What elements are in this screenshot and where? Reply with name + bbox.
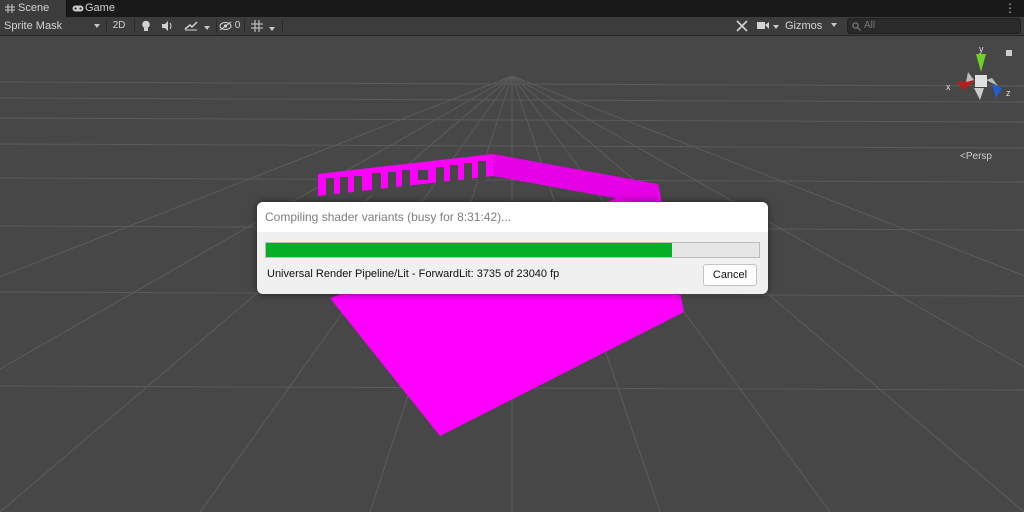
center-cube[interactable] (975, 75, 987, 87)
progress-status-text: Universal Render Pipeline/Lit - ForwardL… (267, 268, 560, 280)
search-icon (852, 22, 861, 31)
lock-icon[interactable] (1006, 50, 1012, 56)
editor-tab-bar: Scene Game ⋮ (0, 0, 1024, 18)
tab-game[interactable]: Game (67, 0, 145, 17)
chevron-down-icon (831, 23, 837, 28)
dialog-title: Compiling shader variants (busy for 8:31… (265, 210, 512, 224)
progress-bar-fill (266, 243, 673, 257)
gizmos-dropdown[interactable] (827, 18, 841, 34)
grid-icon (5, 4, 15, 13)
more-options-icon[interactable]: ⋮ (1004, 1, 1016, 15)
progress-dialog: Compiling shader variants (busy for 8:31… (257, 202, 768, 294)
z-axis-cone[interactable] (992, 84, 1002, 98)
eye-off-icon (219, 21, 232, 31)
effects-icon (184, 21, 198, 31)
axis-y-label: y (979, 44, 984, 54)
dialog-title-bar: Compiling shader variants (busy for 8:31… (257, 202, 768, 232)
projection-toggle[interactable]: <Persp (960, 151, 992, 162)
2d-toggle-label: 2D (112, 20, 126, 31)
grid-snap-icon (250, 20, 263, 32)
divider (134, 19, 135, 33)
chevron-down-icon (269, 27, 276, 32)
chevron-down-icon (204, 26, 211, 31)
scene-visibility-toggle[interactable]: 0 (219, 18, 241, 34)
draw-mode-value: Sprite Mask (4, 20, 63, 32)
x-axis-cone[interactable] (956, 80, 976, 90)
effects-dropdown[interactable] (180, 18, 214, 34)
progress-bar (265, 242, 760, 258)
chevron-down-icon (773, 25, 780, 30)
draw-mode-dropdown[interactable]: Sprite Mask (4, 18, 102, 34)
axis-z-label: z (1006, 88, 1011, 98)
cancel-button[interactable]: Cancel (703, 264, 757, 286)
speaker-icon (162, 21, 172, 31)
gizmos-button[interactable]: Gizmos (785, 18, 825, 34)
divider (216, 19, 217, 33)
gizmos-label: Gizmos (785, 20, 823, 32)
lightbulb-icon (142, 20, 150, 31)
neg-y-cone[interactable] (974, 88, 984, 100)
tools-button[interactable] (733, 18, 751, 34)
y-axis-cone[interactable] (976, 54, 986, 72)
tab-game-label: Game (85, 2, 115, 14)
camera-dropdown[interactable] (755, 18, 781, 34)
scene-toolbar: Sprite Mask 2D 0 Gizmos All (0, 17, 1024, 36)
tab-scene[interactable]: Scene (0, 0, 67, 17)
chevron-down-icon (94, 24, 100, 28)
search-input[interactable]: All (847, 18, 1021, 34)
divider (106, 19, 107, 33)
neg-x-cone[interactable] (986, 78, 998, 86)
camera-icon (756, 22, 769, 29)
tab-scene-label: Scene (18, 2, 50, 14)
audio-toggle-button[interactable] (159, 18, 175, 34)
wrench-icon (736, 20, 748, 32)
persp-label: Persp (965, 151, 992, 162)
divider (244, 19, 245, 33)
orientation-gizmo[interactable]: y x z (940, 42, 1020, 112)
gamepad-icon (72, 5, 84, 12)
2d-toggle-button[interactable]: 2D (109, 18, 129, 34)
search-placeholder: All (864, 20, 876, 31)
grid-snap-dropdown[interactable] (247, 18, 279, 34)
hidden-count: 0 (234, 20, 241, 31)
axis-x-label: x (946, 82, 951, 92)
divider (282, 19, 283, 33)
lighting-toggle-button[interactable] (138, 18, 154, 34)
